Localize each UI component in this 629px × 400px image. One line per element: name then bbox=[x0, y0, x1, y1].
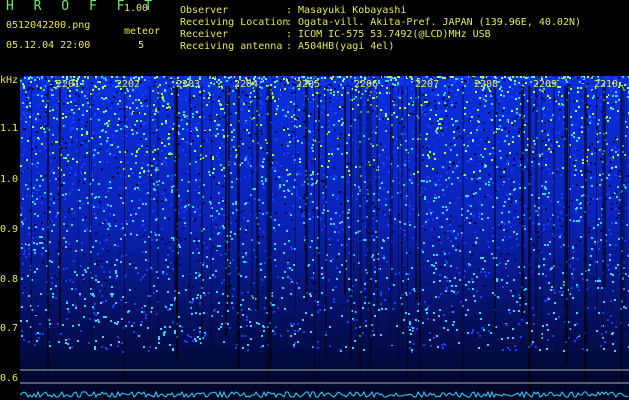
receiver-label: Receiver bbox=[180, 29, 229, 40]
antenna-value: : A504HB(yagi 4el) bbox=[286, 41, 395, 52]
location-label: Receiving Location bbox=[180, 17, 289, 28]
x-tick-2210: 2210 bbox=[594, 79, 619, 90]
meteor-label: meteor bbox=[124, 26, 161, 37]
x-tick-2202: 2202 bbox=[116, 79, 141, 90]
x-tick-2209: 2209 bbox=[533, 79, 558, 90]
app-version: 1.00 bbox=[124, 3, 149, 14]
file-name: 0512042200.png bbox=[6, 20, 91, 31]
x-tick-2207: 2207 bbox=[415, 79, 440, 90]
x-tick-2203: 2203 bbox=[176, 79, 201, 90]
location-value: : Ogata-vill. Akita-Pref. JAPAN (139.96E… bbox=[286, 17, 582, 28]
capture-datetime: 05.12.04 22:00 bbox=[6, 40, 91, 51]
meteor-count: 5 bbox=[138, 40, 145, 51]
antenna-label: Receiving antenna bbox=[180, 41, 283, 52]
header-panel: H R O F F T 1.00 0512042200.png 05.12.04… bbox=[0, 0, 629, 76]
y-tick-0-9: 0.9 bbox=[0, 224, 19, 235]
observer-value: : Masayuki Kobayashi bbox=[286, 5, 407, 16]
y-tick-1-1: 1.1 bbox=[0, 123, 19, 134]
frequency-axis: kHz 1.1 1.0 0.9 0.8 0.7 0.6 bbox=[0, 76, 20, 400]
x-tick-2201: 2201 bbox=[56, 79, 81, 90]
y-tick-1-0: 1.0 bbox=[0, 174, 19, 185]
y-tick-0-8: 0.8 bbox=[0, 274, 19, 285]
x-tick-2204: 2204 bbox=[234, 79, 259, 90]
observer-label: Observer bbox=[180, 5, 229, 16]
x-tick-2208: 2208 bbox=[474, 79, 499, 90]
spectrogram-canvas bbox=[20, 76, 629, 400]
y-tick-0-7: 0.7 bbox=[0, 323, 19, 334]
x-tick-2206: 2206 bbox=[354, 79, 379, 90]
receiver-value: : ICOM IC-575 53.7492(@LCD)MHz USB bbox=[286, 29, 491, 40]
y-tick-0-6: 0.6 bbox=[0, 373, 19, 384]
x-tick-2205: 2205 bbox=[296, 79, 321, 90]
frequency-unit: kHz bbox=[0, 75, 19, 86]
spectrogram-display: 2201 2202 2203 2204 2205 2206 2207 2208 … bbox=[20, 76, 629, 400]
